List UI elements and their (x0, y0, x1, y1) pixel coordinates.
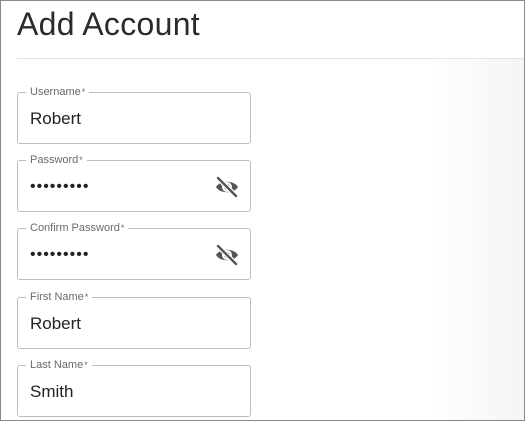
last-name-field[interactable]: Last Name* (17, 359, 251, 417)
required-marker: * (120, 223, 125, 233)
eye-off-icon[interactable] (214, 175, 240, 199)
username-input[interactable] (30, 108, 220, 130)
password-field[interactable]: Password* ••••••••• (17, 154, 251, 212)
username-field[interactable]: Username* (17, 86, 251, 144)
add-account-window: Add Account Username* Password* ••••••••… (0, 0, 525, 421)
title-divider (17, 58, 524, 59)
last-name-label: Last Name* (26, 359, 92, 372)
required-marker: * (81, 87, 86, 97)
eye-off-icon[interactable] (214, 243, 240, 267)
password-input[interactable]: ••••••••• (30, 176, 220, 198)
first-name-field[interactable]: First Name* (17, 291, 251, 349)
required-marker: * (79, 155, 83, 165)
side-shade (431, 59, 524, 420)
page-title: Add Account (17, 6, 200, 42)
required-marker: * (84, 360, 88, 370)
required-marker: * (84, 292, 89, 302)
last-name-input[interactable] (30, 381, 220, 403)
password-label: Password* (26, 154, 87, 167)
username-label: Username* (26, 86, 90, 99)
confirm-password-label: Confirm Password* (26, 222, 129, 235)
confirm-password-input[interactable]: ••••••••• (30, 244, 220, 266)
confirm-password-field[interactable]: Confirm Password* ••••••••• (17, 222, 251, 280)
first-name-label: First Name* (26, 291, 93, 304)
first-name-input[interactable] (30, 313, 220, 335)
